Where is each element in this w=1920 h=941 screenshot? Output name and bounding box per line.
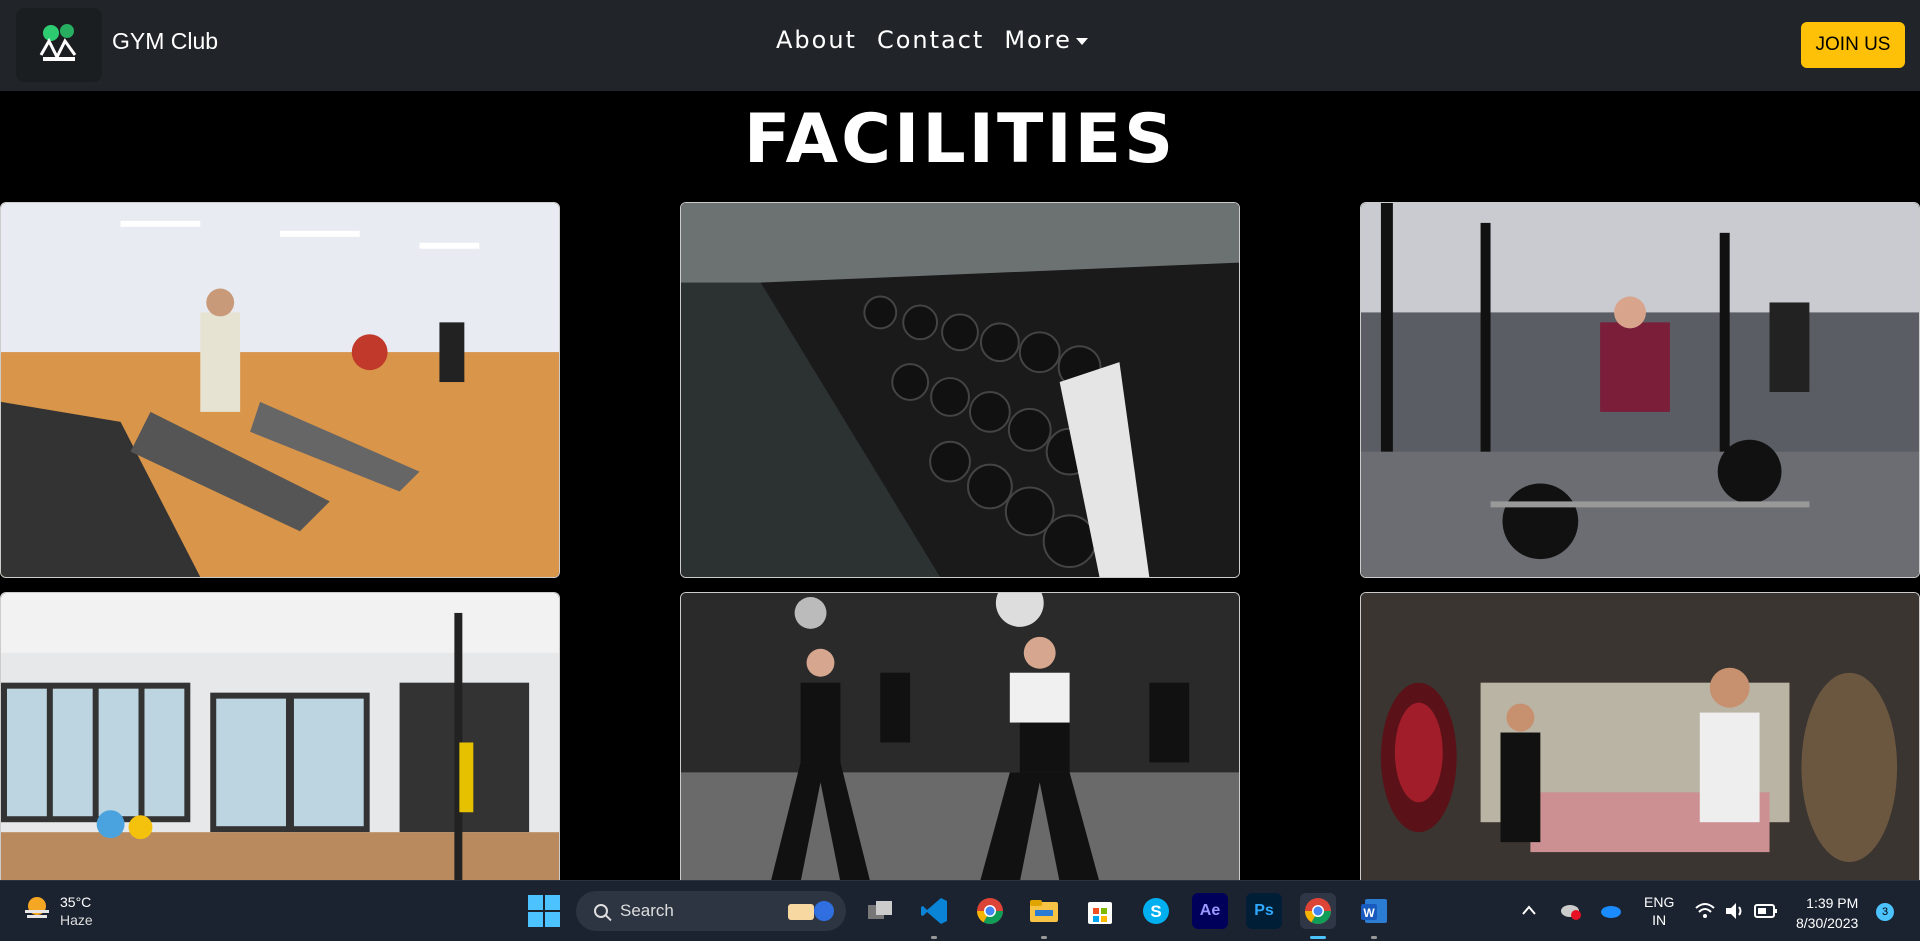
gym-logo-icon — [37, 23, 81, 67]
word-icon[interactable]: W — [1356, 893, 1392, 929]
chrome-profile-icon[interactable] — [1300, 893, 1336, 929]
caret-down-icon — [1075, 37, 1088, 45]
vscode-running-indicator — [931, 936, 937, 939]
dumbbell-rack-image — [680, 202, 1240, 578]
weather-temp: 35°C — [60, 894, 92, 910]
search-placeholder: Search — [620, 901, 674, 920]
language-indicator[interactable]: ENG IN — [1644, 893, 1674, 929]
brand-name[interactable]: GYM Club — [112, 28, 218, 55]
taskbar-search[interactable]: Search — [576, 891, 846, 931]
clock-time: 1:39 PM — [1806, 895, 1859, 911]
wifi-icon[interactable] — [1694, 901, 1716, 921]
cloud-sync-error-icon[interactable] — [1560, 901, 1582, 921]
weightlifting-area-image — [1360, 202, 1920, 578]
weather-condition: Haze — [60, 912, 93, 928]
photoshop-icon[interactable]: Ps — [1246, 893, 1282, 929]
lang-primary: ENG — [1644, 894, 1675, 910]
nav-contact[interactable]: Contact — [877, 26, 984, 54]
notification-badge[interactable]: 3 — [1876, 903, 1894, 921]
nav-more-label: More — [1004, 26, 1072, 54]
fitness-studio-image — [0, 592, 560, 882]
brand-logo[interactable] — [16, 8, 102, 82]
treadmill-area-image — [0, 202, 560, 578]
explorer-running-indicator — [1041, 936, 1047, 939]
nav-more-dropdown[interactable]: More — [1004, 26, 1088, 54]
volume-icon[interactable] — [1724, 901, 1746, 921]
page-title: FACILITIES — [743, 100, 1177, 179]
lang-secondary: IN — [1652, 912, 1667, 928]
svg-text:S: S — [1150, 902, 1161, 921]
taskbar: 35°C Haze Search S Ae Ps W ENG IN 1:39 P… — [0, 880, 1920, 941]
svg-text:W: W — [1363, 906, 1375, 920]
join-us-button[interactable]: JOIN US — [1801, 22, 1905, 68]
chrome-icon[interactable] — [972, 893, 1008, 929]
search-icon — [594, 904, 608, 918]
haze-sun-icon — [25, 897, 49, 918]
skype-icon[interactable]: S — [1138, 893, 1174, 929]
chevron-up-icon[interactable] — [1522, 905, 1536, 915]
search-highlight-icon — [788, 901, 834, 921]
navbar: GYM Club About Contact More JOIN US — [0, 0, 1920, 91]
vscode-icon[interactable] — [916, 893, 952, 929]
word-running-indicator — [1371, 936, 1377, 939]
nav-links: About Contact More — [776, 26, 1108, 54]
weather-widget[interactable]: 35°C Haze — [22, 893, 93, 929]
onedrive-icon[interactable] — [1600, 903, 1622, 919]
clock[interactable]: 1:39 PM 8/30/2023 — [1796, 893, 1858, 933]
chrome-active-indicator — [1310, 936, 1326, 939]
microsoft-store-icon[interactable] — [1082, 893, 1118, 929]
after-effects-icon[interactable]: Ae — [1192, 893, 1228, 929]
task-view-icon[interactable] — [862, 893, 898, 929]
battery-icon[interactable] — [1754, 903, 1778, 919]
nav-about[interactable]: About — [776, 26, 857, 54]
clock-date: 8/30/2023 — [1796, 915, 1859, 931]
group-class-image — [680, 592, 1240, 882]
windows-start-button[interactable] — [528, 895, 560, 927]
boxing-area-image — [1360, 592, 1920, 882]
file-explorer-icon[interactable] — [1026, 893, 1062, 929]
